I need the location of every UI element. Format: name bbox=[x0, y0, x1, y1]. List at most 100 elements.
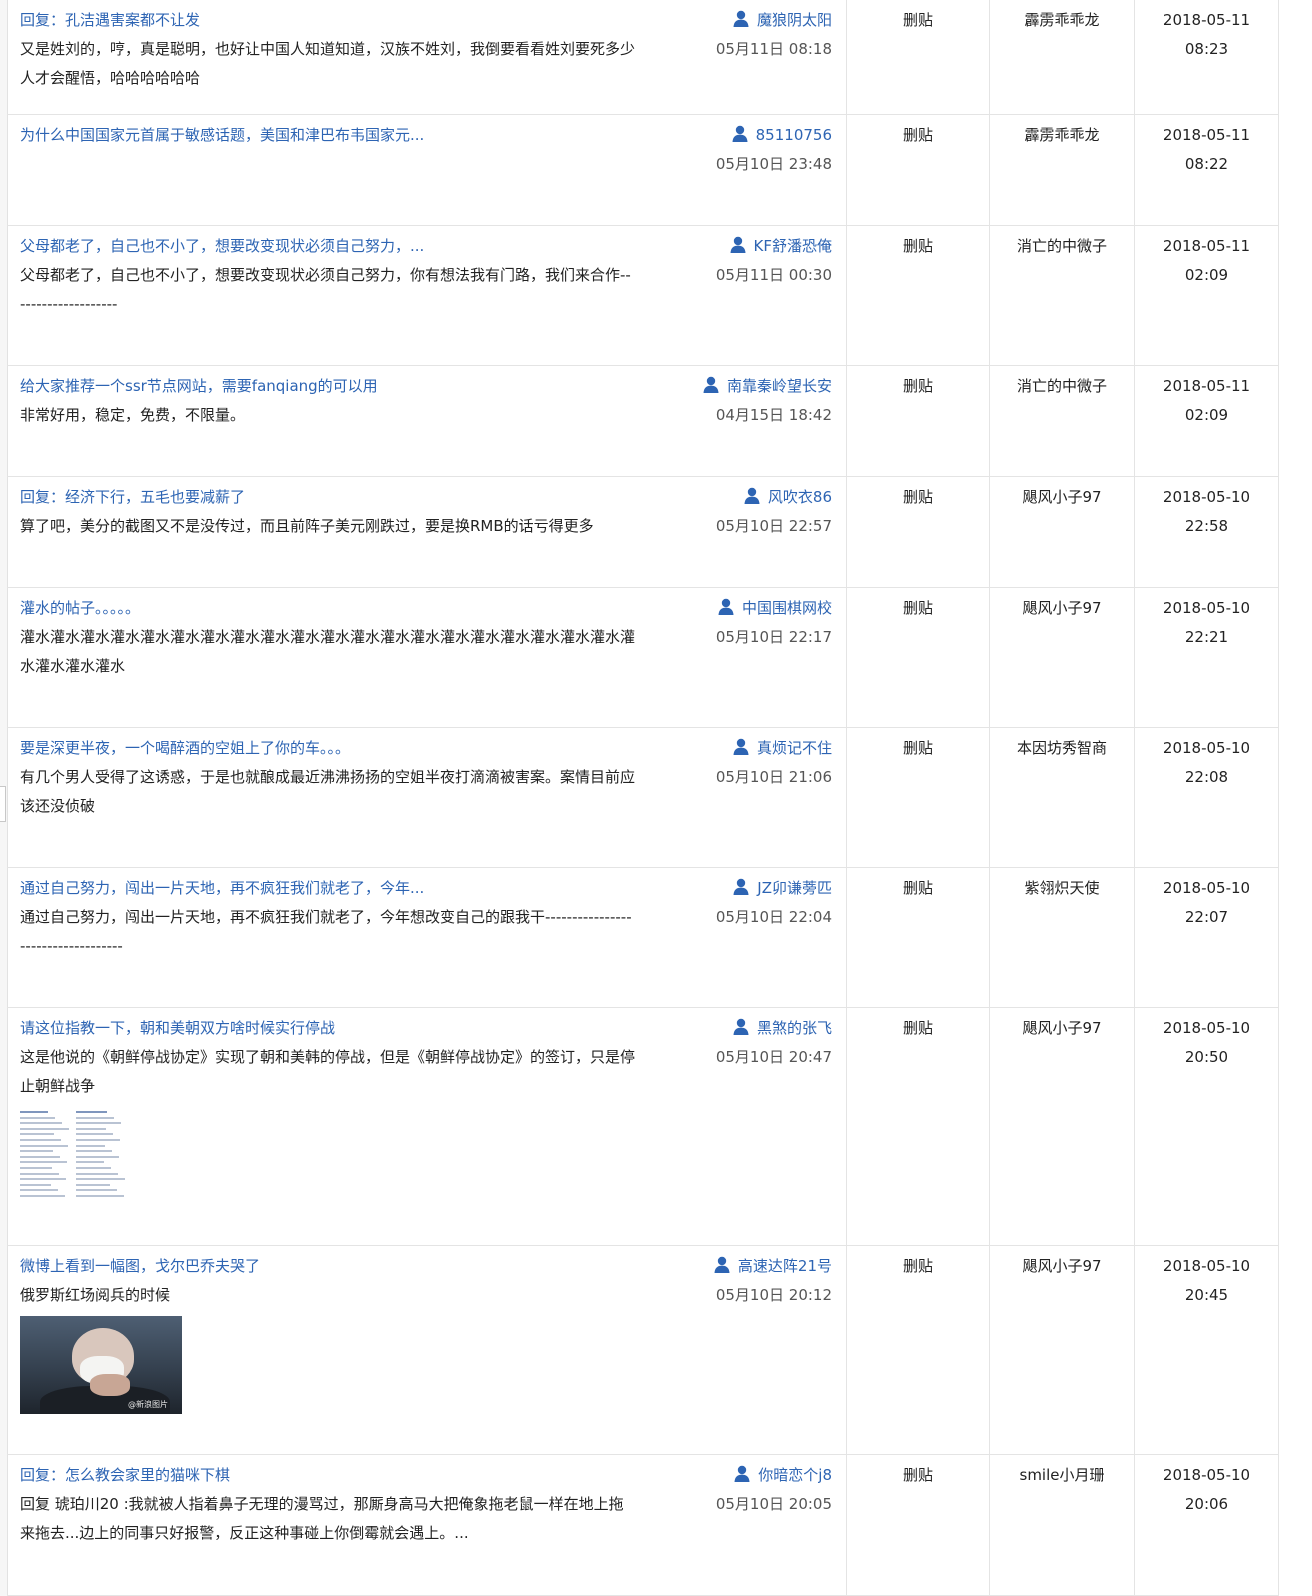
user-icon bbox=[733, 738, 749, 755]
delete-date: 2018-05-10 bbox=[1162, 1257, 1251, 1275]
table-row: 要是深更半夜，一个喝醉酒的空姐上了你的车。。。 有几个男人受得了这诱惑，于是也就… bbox=[7, 728, 1278, 868]
operation-cell: 删贴 bbox=[846, 868, 989, 1007]
delete-time: 08:22 bbox=[1184, 155, 1229, 173]
operation-cell: 删贴 bbox=[846, 477, 989, 587]
post-title-link[interactable]: 回复：孔洁遇害案都不让发 bbox=[20, 6, 672, 35]
author-link[interactable]: 中国围棋网校 bbox=[742, 599, 832, 617]
thumbnail-text-line bbox=[76, 1150, 112, 1153]
post-time: 05月10日 22:57 bbox=[715, 517, 832, 535]
post-time: 05月10日 20:12 bbox=[715, 1286, 832, 1304]
thumbnail-page bbox=[76, 1107, 126, 1201]
moderator-name: 消亡的中微子 bbox=[1016, 377, 1107, 395]
table-row: 给大家推荐一个ssr节点网站，需要fanqiang的可以用 非常好用，稳定，免费… bbox=[7, 366, 1278, 477]
user-icon bbox=[732, 125, 748, 142]
delete-post-action: 删贴 bbox=[902, 237, 933, 255]
thumbnail-text-line bbox=[20, 1139, 61, 1141]
author-link[interactable]: 南靠秦岭望长安 bbox=[727, 377, 832, 395]
thumbnail-text-line bbox=[76, 1139, 120, 1141]
author-link[interactable]: KF舒潘恐俺 bbox=[754, 237, 832, 255]
thumbnail-text-line bbox=[20, 1161, 67, 1164]
delete-time-cell: 2018-05-10 22:08 bbox=[1134, 728, 1278, 867]
post-excerpt: 这是他说的《朝鲜停战协定》实现了朝和美韩的停战，但是《朝鲜停战协定》的签订，只是… bbox=[20, 1048, 636, 1095]
operation-cell: 删贴 bbox=[846, 0, 989, 114]
deleted-posts-table: 回复：孔洁遇害案都不让发 又是姓刘的，哼，真是聪明，也好让中国人知道知道，汉族不… bbox=[7, 0, 1279, 1596]
moderator-name: 飓风小子97 bbox=[1022, 488, 1102, 506]
post-title-link[interactable]: 为什么中国国家元首属于敏感话题，美国和津巴布韦国家元... bbox=[20, 121, 672, 150]
author-cell: 风吹衣86 05月10日 22:57 bbox=[672, 477, 846, 587]
operation-cell: 删贴 bbox=[846, 1246, 989, 1454]
delete-date: 2018-05-11 bbox=[1162, 377, 1251, 395]
thumbnail-text-line bbox=[76, 1161, 104, 1164]
author-cell: 魔狼阴太阳 05月11日 08:18 bbox=[672, 0, 846, 114]
author-cell: 黑煞的张飞 05月10日 20:47 bbox=[672, 1008, 846, 1245]
operation-cell: 删贴 bbox=[846, 1008, 989, 1245]
post-title-link[interactable]: 通过自己努力，闯出一片天地，再不疯狂我们就老了，今年... bbox=[20, 874, 672, 903]
author-link[interactable]: 黑煞的张飞 bbox=[757, 1019, 832, 1037]
post-title-link[interactable]: 父母都老了，自己也不小了，想要改变现状必须自己努力，... bbox=[20, 232, 672, 261]
delete-time: 02:09 bbox=[1184, 266, 1229, 284]
post-excerpt: 回复 琥珀川20 :我就被人指着鼻子无理的漫骂过，那厮身高马大把俺象拖老鼠一样在… bbox=[20, 1495, 624, 1542]
author-link[interactable]: JZ卯谦蒡匹 bbox=[757, 879, 832, 897]
delete-post-action: 删贴 bbox=[902, 377, 933, 395]
author-cell: KF舒潘恐俺 05月11日 00:30 bbox=[672, 226, 846, 365]
thumbnail-text-line bbox=[20, 1111, 48, 1113]
thumbnail-text-line bbox=[76, 1144, 105, 1147]
author-link[interactable]: 真烦记不住 bbox=[757, 739, 832, 757]
author-link[interactable]: 你暗恋个j8 bbox=[758, 1466, 832, 1484]
post-title-link[interactable]: 给大家推荐一个ssr节点网站，需要fanqiang的可以用 bbox=[20, 372, 672, 401]
author-link[interactable]: 高速达阵21号 bbox=[738, 1257, 832, 1275]
thumbnail-text-line bbox=[20, 1155, 60, 1158]
moderator-cell: 飓风小子97 bbox=[989, 1246, 1134, 1454]
delete-time: 20:50 bbox=[1184, 1048, 1229, 1066]
post-time: 05月11日 00:30 bbox=[715, 266, 832, 284]
post-time: 04月15日 18:42 bbox=[715, 406, 832, 424]
author-link[interactable]: 风吹衣86 bbox=[768, 488, 832, 506]
photo-hand bbox=[90, 1374, 130, 1396]
post-excerpt: 父母都老了，自己也不小了，想要改变现状必须自己努力，你有想法我有门路，我们来合作… bbox=[20, 266, 631, 313]
post-title-link[interactable]: 回复：经济下行，五毛也要减薪了 bbox=[20, 483, 672, 512]
post-title-link[interactable]: 回复：怎么教会家里的猫咪下棋 bbox=[20, 1461, 672, 1490]
delete-time-cell: 2018-05-10 20:50 bbox=[1134, 1008, 1278, 1245]
delete-time: 08:23 bbox=[1184, 40, 1229, 58]
delete-time: 20:06 bbox=[1184, 1495, 1229, 1513]
user-icon bbox=[744, 487, 760, 504]
moderator-cell: 紫翎炽天使 bbox=[989, 868, 1134, 1007]
post-title-link[interactable]: 微博上看到一幅图，戈尔巴乔夫哭了 bbox=[20, 1252, 672, 1281]
author-cell: 高速达阵21号 05月10日 20:12 bbox=[672, 1246, 846, 1454]
delete-time: 22:21 bbox=[1184, 628, 1229, 646]
thumbnail-text-line bbox=[20, 1133, 54, 1136]
operation-cell: 删贴 bbox=[846, 588, 989, 727]
post-title-link[interactable]: 要是深更半夜，一个喝醉酒的空姐上了你的车。。。 bbox=[20, 734, 672, 763]
delete-time-cell: 2018-05-10 22:21 bbox=[1134, 588, 1278, 727]
thumbnail-text-line bbox=[76, 1183, 110, 1186]
thumbnail-text-line bbox=[76, 1189, 117, 1192]
photo-thumbnail[interactable]: @新浪图片 bbox=[20, 1316, 182, 1414]
delete-post-action: 删贴 bbox=[902, 599, 933, 617]
post-cell: 回复：经济下行，五毛也要减薪了 算了吧，美分的截图又不是没传过，而且前阵子美元刚… bbox=[7, 477, 672, 587]
thumbnail-text-line bbox=[20, 1122, 62, 1125]
sidebar-collapse-handle[interactable] bbox=[0, 786, 6, 822]
post-title-link[interactable]: 请这位指教一下，朝和美朝双方啥时候实行停战 bbox=[20, 1014, 672, 1043]
moderator-cell: 消亡的中微子 bbox=[989, 226, 1134, 365]
thumbnail-text-line bbox=[76, 1133, 113, 1136]
post-cell: 父母都老了，自己也不小了，想要改变现状必须自己努力，... 父母都老了，自己也不… bbox=[7, 226, 672, 365]
author-link[interactable]: 85110756 bbox=[756, 126, 832, 144]
author-cell: JZ卯谦蒡匹 05月10日 22:04 bbox=[672, 868, 846, 1007]
table-row: 回复：经济下行，五毛也要减薪了 算了吧，美分的截图又不是没传过，而且前阵子美元刚… bbox=[7, 477, 1278, 588]
table-row: 通过自己努力，闯出一片天地，再不疯狂我们就老了，今年... 通过自己努力，闯出一… bbox=[7, 868, 1278, 1008]
thumbnail-text-line bbox=[76, 1178, 125, 1181]
delete-time-cell: 2018-05-10 22:07 bbox=[1134, 868, 1278, 1007]
thumbnail-text-line bbox=[20, 1183, 51, 1186]
author-link[interactable]: 魔狼阴太阳 bbox=[757, 11, 832, 29]
thumbnail-text-line bbox=[20, 1144, 68, 1147]
moderator-name: 飓风小子97 bbox=[1022, 1019, 1102, 1037]
delete-date: 2018-05-11 bbox=[1162, 126, 1251, 144]
delete-post-action: 删贴 bbox=[902, 879, 933, 897]
delete-time-cell: 2018-05-11 02:09 bbox=[1134, 226, 1278, 365]
screenshot-thumbnail[interactable] bbox=[20, 1107, 132, 1203]
table-row: 灌水的帖子。。。。。 灌水灌水灌水灌水灌水灌水灌水灌水灌水灌水灌水灌水灌水灌水灌… bbox=[7, 588, 1278, 728]
table-row: 父母都老了，自己也不小了，想要改变现状必须自己努力，... 父母都老了，自己也不… bbox=[7, 226, 1278, 366]
moderator-name: smile小月珊 bbox=[1019, 1466, 1105, 1484]
delete-date: 2018-05-10 bbox=[1162, 599, 1251, 617]
post-title-link[interactable]: 灌水的帖子。。。。。 bbox=[20, 594, 672, 623]
